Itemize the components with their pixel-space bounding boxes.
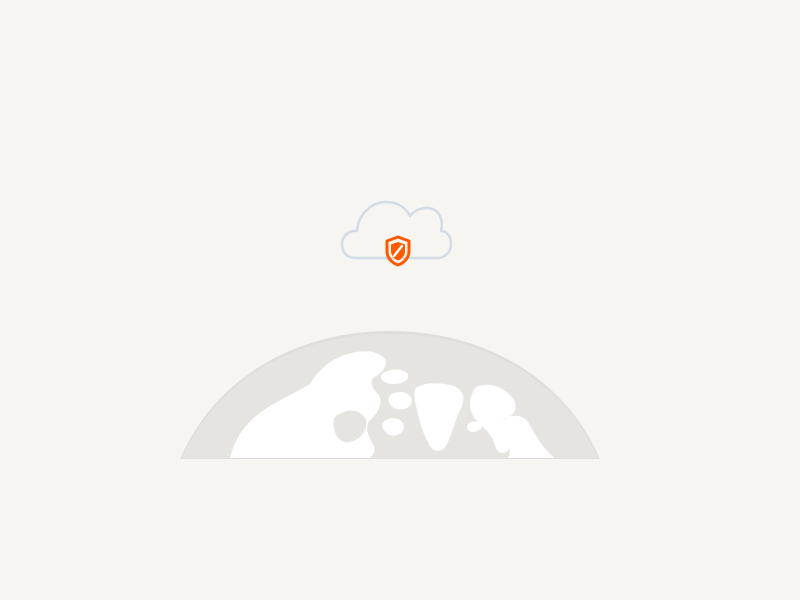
shield-icon <box>385 235 411 267</box>
globe-icon <box>178 328 602 462</box>
app-screen <box>0 0 800 600</box>
